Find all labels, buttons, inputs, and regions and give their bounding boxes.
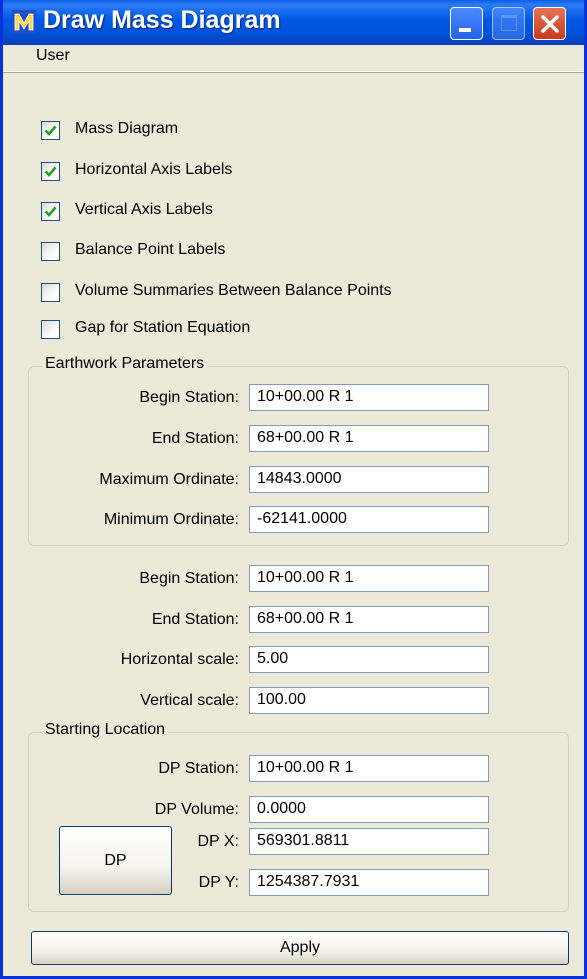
- end-station-input[interactable]: 68+00.00 R 1: [249, 606, 489, 633]
- dp-x-input[interactable]: 569301.8811: [249, 828, 489, 855]
- field-label: Minimum Ordinate:: [103, 511, 239, 528]
- close-icon: [541, 15, 559, 33]
- maximum-ordinate-input[interactable]: 14843.0000: [249, 466, 489, 493]
- checkbox-label: Horizontal Axis Labels: [75, 161, 233, 178]
- title-bar[interactable]: Draw Mass Diagram: [3, 0, 584, 45]
- begin-station-input[interactable]: 10+00.00 R 1: [249, 565, 489, 592]
- checkmark-icon: [44, 206, 57, 217]
- field-label: Maximum Ordinate:: [99, 471, 239, 488]
- window-title: Draw Mass Diagram: [43, 6, 281, 34]
- checkbox[interactable]: [41, 320, 60, 339]
- microstation-m-icon: [12, 10, 36, 34]
- checkbox[interactable]: [41, 121, 60, 140]
- earthwork-end-station-input[interactable]: 68+00.00 R 1: [249, 425, 489, 452]
- field-label: End Station:: [151, 611, 239, 628]
- dp-station-input[interactable]: 10+00.00 R 1: [249, 755, 489, 782]
- checkbox[interactable]: [41, 162, 60, 181]
- field-label: DP Y:: [198, 874, 239, 891]
- apply-button[interactable]: Apply: [31, 931, 569, 965]
- checkbox-label: Balance Point Labels: [75, 241, 226, 258]
- field-label: DP X:: [197, 833, 240, 850]
- field-label: DP Station:: [158, 760, 239, 777]
- field-label: Horizontal scale:: [120, 651, 239, 668]
- dp-y-input[interactable]: 1254387.7931: [249, 869, 489, 896]
- checkbox-label: Gap for Station Equation: [75, 319, 251, 336]
- field-label: DP Volume:: [154, 801, 239, 818]
- minimize-button[interactable]: [450, 7, 483, 40]
- menu-item-user[interactable]: User: [36, 47, 70, 65]
- field-label: Vertical scale:: [140, 692, 239, 709]
- field-label: Begin Station:: [139, 570, 239, 587]
- checkmark-icon: [44, 125, 57, 136]
- minimize-icon: [459, 28, 471, 32]
- group-title: Starting Location: [42, 721, 169, 739]
- checkbox[interactable]: [41, 202, 60, 221]
- checkbox[interactable]: [41, 283, 60, 302]
- maximize-button: [492, 7, 525, 40]
- checkmark-icon: [44, 166, 57, 177]
- checkbox-label: Mass Diagram: [75, 120, 179, 137]
- menu-bar: User: [3, 45, 584, 72]
- earthwork-begin-station-input[interactable]: 10+00.00 R 1: [249, 384, 489, 411]
- draw-mass-diagram-dialog: Draw Mass Diagram User Mass Diagram Hori…: [0, 0, 587, 979]
- field-label: End Station:: [151, 430, 239, 447]
- maximize-icon: [501, 15, 517, 31]
- checkbox-label: Volume Summaries Between Balance Points: [75, 282, 392, 299]
- checkbox[interactable]: [41, 242, 60, 261]
- checkbox-label: Vertical Axis Labels: [75, 201, 213, 218]
- group-title: Earthwork Parameters: [42, 355, 208, 373]
- dp-volume-input[interactable]: 0.0000: [249, 796, 489, 823]
- horizontal-scale-input[interactable]: 5.00: [249, 646, 489, 673]
- minimum-ordinate-input[interactable]: -62141.0000: [249, 506, 489, 533]
- field-label: Begin Station:: [139, 389, 239, 406]
- close-button[interactable]: [533, 7, 566, 40]
- vertical-scale-input[interactable]: 100.00: [249, 687, 489, 714]
